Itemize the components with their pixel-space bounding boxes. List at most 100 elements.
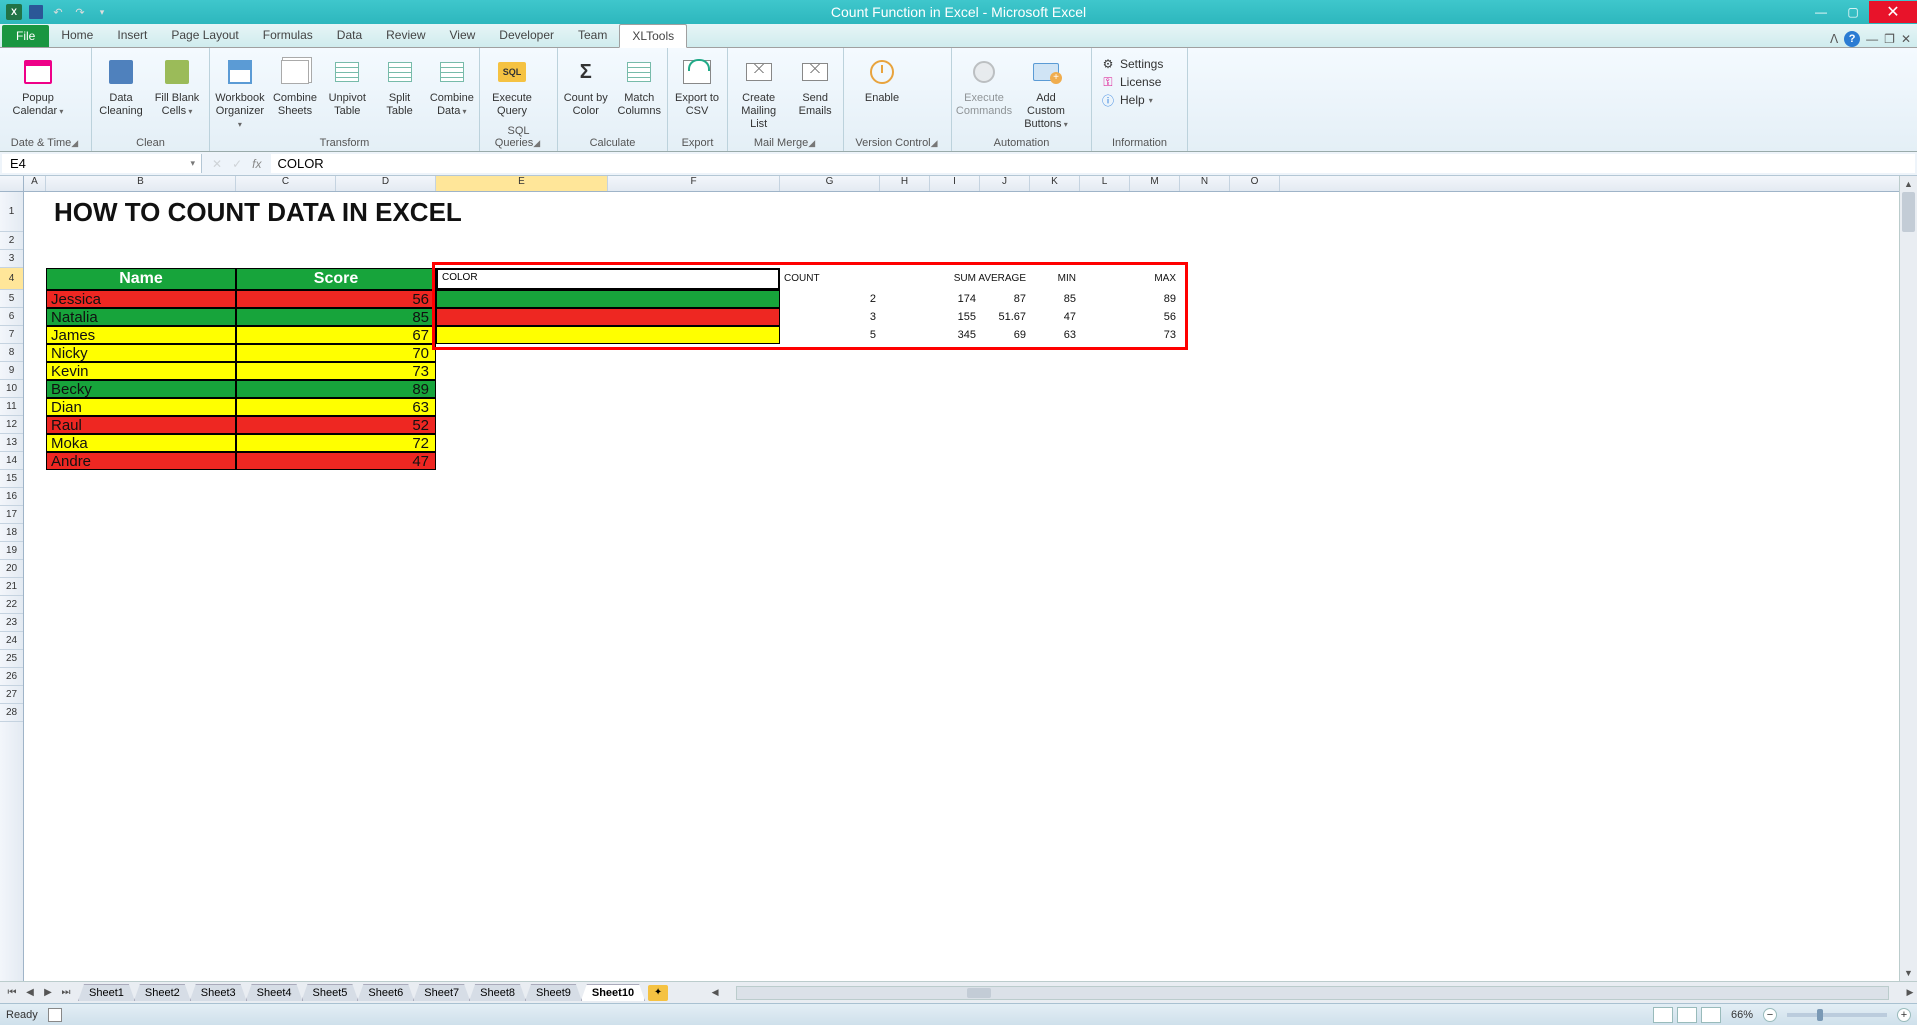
minimize-button[interactable]: — [1805,1,1837,23]
row-header-9[interactable]: 9 [0,362,23,380]
sheet-tab-sheet7[interactable]: Sheet7 [413,984,470,1001]
summary-value[interactable]: 51.67 [980,310,1030,324]
row-header-11[interactable]: 11 [0,398,23,416]
undo-button[interactable]: ↶ [48,2,68,22]
col-header-L[interactable]: L [1080,176,1130,191]
cells-area[interactable]: HOW TO COUNT DATA IN EXCELNameScoreJessi… [24,192,1917,981]
formula-input[interactable]: COLOR [271,154,1915,173]
page-layout-view-button[interactable] [1677,1007,1697,1023]
col-header-B[interactable]: B [46,176,236,191]
window-min-icon[interactable]: — [1866,32,1878,46]
table-row[interactable]: Natalia [46,308,236,326]
ribbon-tab-view[interactable]: View [438,24,488,47]
workbook-organizer-button[interactable]: Workbook Organizer [214,54,266,132]
table-row[interactable]: 56 [236,290,436,308]
summary-header[interactable]: COUNT [780,271,880,285]
help-button[interactable]: ⓘHelp ▾ [1100,92,1163,108]
save-button[interactable] [26,2,46,22]
col-header-H[interactable]: H [880,176,930,191]
row-header-1[interactable]: 1 [0,192,23,232]
row-header-6[interactable]: 6 [0,308,23,326]
scroll-up-arrow[interactable]: ▲ [1900,176,1917,192]
summary-value[interactable]: 47 [1030,310,1080,324]
fill-blank-cells-button[interactable]: Fill Blank Cells [152,54,202,118]
window-close-icon[interactable]: ✕ [1901,32,1911,46]
row-header-14[interactable]: 14 [0,452,23,470]
settings-button[interactable]: ⚙Settings [1100,56,1163,72]
col-header-I[interactable]: I [930,176,980,191]
sheet-tab-sheet10[interactable]: Sheet10 [581,984,645,1001]
export-csv-button[interactable]: Export to CSV [672,54,722,118]
col-header-G[interactable]: G [780,176,880,191]
zoom-in-button[interactable]: + [1897,1008,1911,1022]
summary-value[interactable]: 85 [1030,292,1080,306]
unpivot-table-button[interactable]: Unpivot Table [324,54,370,118]
summary-value[interactable]: 73 [1130,328,1180,342]
ribbon-tab-developer[interactable]: Developer [487,24,566,47]
new-sheet-button[interactable]: ✦ [648,985,668,1001]
sheet-tab-sheet3[interactable]: Sheet3 [190,984,247,1001]
page-break-view-button[interactable] [1701,1007,1721,1023]
accept-formula-icon[interactable]: ✓ [232,157,242,171]
ribbon-tab-team[interactable]: Team [566,24,619,47]
row-header-5[interactable]: 5 [0,290,23,308]
row-header-27[interactable]: 27 [0,686,23,704]
summary-header[interactable]: MAX [1130,271,1180,285]
combine-data-button[interactable]: Combine Data [429,54,475,118]
sheet-tab-sheet4[interactable]: Sheet4 [246,984,303,1001]
table-row[interactable]: Nicky [46,344,236,362]
table-row[interactable]: 73 [236,362,436,380]
zoom-out-button[interactable]: − [1763,1008,1777,1022]
row-headers[interactable]: 1234567891011121314151617181920212223242… [0,192,24,981]
row-header-7[interactable]: 7 [0,326,23,344]
window-restore-icon[interactable]: ❐ [1884,32,1895,46]
page-title[interactable]: HOW TO COUNT DATA IN EXCEL [50,196,550,228]
summary-color-swatch[interactable] [436,326,780,344]
table-row[interactable]: 52 [236,416,436,434]
select-all-corner[interactable] [0,176,24,191]
table-row[interactable]: 89 [236,380,436,398]
ribbon-tab-formulas[interactable]: Formulas [251,24,325,47]
summary-value[interactable]: 2 [780,292,880,306]
macro-record-icon[interactable] [48,1008,62,1022]
row-header-26[interactable]: 26 [0,668,23,686]
qat-customize[interactable]: ▾ [92,2,112,22]
horizontal-scrollbar[interactable]: ◀ ▶ [708,986,1917,1000]
summary-value[interactable]: 89 [1130,292,1180,306]
summary-color-swatch[interactable] [436,308,780,326]
col-header-M[interactable]: M [1130,176,1180,191]
vertical-scrollbar[interactable]: ▲ ▼ [1899,176,1917,981]
row-header-4[interactable]: 4 [0,268,23,290]
table-row[interactable]: 70 [236,344,436,362]
row-header-12[interactable]: 12 [0,416,23,434]
summary-value[interactable]: 87 [980,292,1030,306]
table-row[interactable]: 72 [236,434,436,452]
sheet-tab-sheet6[interactable]: Sheet6 [357,984,414,1001]
col-header-N[interactable]: N [1180,176,1230,191]
summary-value[interactable]: 174 [930,292,980,306]
col-header-J[interactable]: J [980,176,1030,191]
table-header-score[interactable]: Score [236,268,436,290]
zoom-level[interactable]: 66% [1731,1009,1753,1021]
summary-value[interactable]: 69 [980,328,1030,342]
row-header-18[interactable]: 18 [0,524,23,542]
row-header-3[interactable]: 3 [0,250,23,268]
license-button[interactable]: ⚿License [1100,74,1163,90]
table-row[interactable]: 67 [236,326,436,344]
table-row[interactable]: Kevin [46,362,236,380]
summary-color-label[interactable]: COLOR [438,270,518,284]
popup-calendar-button[interactable]: Popup Calendar [4,54,72,118]
table-header-name[interactable]: Name [46,268,236,290]
summary-header[interactable]: MIN [1030,271,1080,285]
ribbon-tab-review[interactable]: Review [374,24,437,47]
help-icon[interactable]: ? [1844,31,1860,47]
summary-value[interactable]: 155 [930,310,980,324]
hscroll-thumb[interactable] [967,988,991,998]
row-header-28[interactable]: 28 [0,704,23,722]
table-row[interactable]: 47 [236,452,436,470]
split-table-button[interactable]: Split Table [376,54,422,118]
row-header-22[interactable]: 22 [0,596,23,614]
match-columns-button[interactable]: Match Columns [616,54,664,118]
column-headers[interactable]: ABCDEFGHIJKLMNO [0,176,1917,192]
row-header-25[interactable]: 25 [0,650,23,668]
